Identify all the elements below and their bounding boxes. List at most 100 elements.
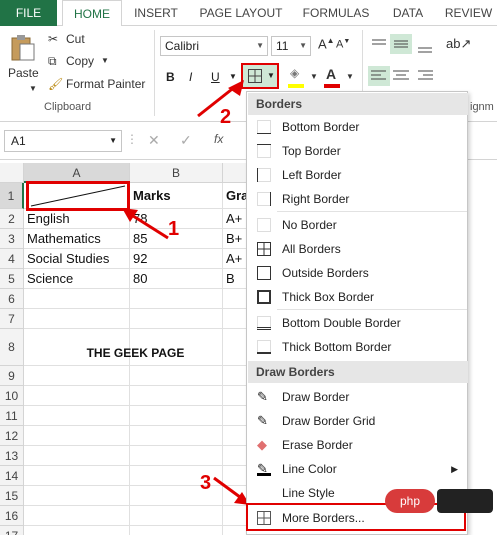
- menu-item-none-border[interactable]: No Border: [248, 213, 468, 237]
- align-middle-icon[interactable]: [390, 34, 412, 54]
- name-box[interactable]: A1 ▼: [4, 130, 122, 152]
- menu-item-all-border[interactable]: All Borders: [248, 237, 468, 261]
- cell-a14[interactable]: [24, 466, 130, 486]
- draw-item-pencil-grid[interactable]: ✎ Draw Border Grid: [248, 409, 468, 433]
- align-left-icon[interactable]: [368, 66, 390, 86]
- row-header[interactable]: 14: [0, 466, 24, 486]
- chevron-down-icon: ▼: [267, 71, 275, 80]
- align-top-icon[interactable]: [368, 36, 390, 56]
- menu-item-thickbottom-border[interactable]: Thick Bottom Border: [248, 335, 468, 359]
- cell-b6[interactable]: [130, 289, 223, 309]
- cell-b10[interactable]: [130, 386, 223, 406]
- menu-item-double-border[interactable]: Bottom Double Border: [248, 311, 468, 335]
- copy-dropdown-icon[interactable]: ▼: [101, 56, 109, 65]
- cancel-icon[interactable]: ✕: [148, 132, 160, 149]
- cell-a17[interactable]: [24, 526, 130, 535]
- cell-b17[interactable]: [130, 526, 223, 535]
- font-name-select[interactable]: Calibri ▼: [160, 36, 268, 56]
- enter-icon[interactable]: ✓: [180, 132, 192, 149]
- row-header[interactable]: 3: [0, 229, 24, 249]
- align-center-icon[interactable]: [390, 66, 412, 86]
- draw-item-line-style[interactable]: Line Style: [248, 481, 468, 505]
- borders-button[interactable]: ▼: [241, 63, 279, 89]
- column-header-a[interactable]: A: [24, 163, 130, 183]
- paste-icon[interactable]: [10, 34, 36, 62]
- cell-a10[interactable]: [24, 386, 130, 406]
- chevron-down-icon[interactable]: ▼: [310, 72, 318, 81]
- cell-a2[interactable]: English: [24, 209, 130, 229]
- tab-formulas[interactable]: FORMULAS: [296, 0, 376, 26]
- draw-item-eraser[interactable]: ◆ Erase Border: [248, 433, 468, 457]
- draw-item-pencil[interactable]: ✎ Draw Border: [248, 385, 468, 409]
- tab-data[interactable]: DATA: [386, 0, 430, 26]
- underline-dropdown-icon[interactable]: ▼: [229, 72, 237, 81]
- row-header[interactable]: 2: [0, 209, 24, 229]
- tab-insert[interactable]: INSERT: [128, 0, 184, 26]
- font-color-icon[interactable]: A: [326, 66, 336, 82]
- menu-item-bottom-border[interactable]: Bottom Border: [248, 115, 468, 139]
- row-header[interactable]: 16: [0, 506, 24, 526]
- cell-a5[interactable]: Science: [24, 269, 130, 289]
- cell-b13[interactable]: [130, 446, 223, 466]
- row-header[interactable]: 1: [0, 183, 24, 209]
- row-header[interactable]: 10: [0, 386, 24, 406]
- row-header[interactable]: 15: [0, 486, 24, 506]
- cell-a4[interactable]: Social Studies: [24, 249, 130, 269]
- cell-b7[interactable]: [130, 309, 223, 329]
- cell-b1[interactable]: Marks: [130, 183, 223, 209]
- draw-item-line-color[interactable]: ✎ Line Color ▶: [248, 457, 468, 481]
- row-header[interactable]: 12: [0, 426, 24, 446]
- cell-b5[interactable]: 80: [130, 269, 223, 289]
- menu-item-left-border[interactable]: Left Border: [248, 163, 468, 187]
- shrink-font-icon[interactable]: A▼: [336, 38, 350, 51]
- tab-home[interactable]: HOME: [62, 0, 122, 27]
- cell-a11[interactable]: [24, 406, 130, 426]
- cell-a12[interactable]: [24, 426, 130, 446]
- menu-item-right-border[interactable]: Right Border: [248, 187, 468, 211]
- cell-b11[interactable]: [130, 406, 223, 426]
- row-header[interactable]: 17: [0, 526, 24, 535]
- select-all-corner[interactable]: [0, 163, 24, 183]
- fill-color-icon[interactable]: ◈: [290, 66, 299, 80]
- cut-button[interactable]: Cut: [66, 32, 85, 46]
- grow-font-icon[interactable]: A▲: [318, 36, 335, 51]
- cell-a13[interactable]: [24, 446, 130, 466]
- align-right-icon[interactable]: [414, 66, 436, 86]
- tab-review[interactable]: REVIEW: [440, 0, 497, 26]
- align-bottom-icon[interactable]: [414, 36, 436, 56]
- eraser-icon: ◆: [257, 437, 267, 452]
- tab-page-layout[interactable]: PAGE LAYOUT: [196, 0, 286, 26]
- row-header[interactable]: 5: [0, 269, 24, 289]
- row-header[interactable]: 9: [0, 366, 24, 386]
- cell-a15[interactable]: [24, 486, 130, 506]
- cell-b4[interactable]: 92: [130, 249, 223, 269]
- menu-item-thick-border[interactable]: Thick Box Border: [248, 285, 468, 309]
- cell-a6[interactable]: [24, 289, 130, 309]
- italic-button[interactable]: I: [189, 70, 192, 84]
- row-header[interactable]: 8: [0, 329, 24, 366]
- row-header[interactable]: 4: [0, 249, 24, 269]
- menu-item-top-border[interactable]: Top Border: [248, 139, 468, 163]
- cell-a7[interactable]: [24, 309, 130, 329]
- cell-b12[interactable]: [130, 426, 223, 446]
- chevron-down-icon[interactable]: ▼: [346, 72, 354, 81]
- row-header[interactable]: 7: [0, 309, 24, 329]
- row-header[interactable]: 6: [0, 289, 24, 309]
- orientation-icon[interactable]: ab↗: [446, 36, 471, 52]
- underline-button[interactable]: U: [211, 70, 220, 84]
- font-size-select[interactable]: 11 ▼: [271, 36, 311, 56]
- cell-a16[interactable]: [24, 506, 130, 526]
- cell-b16[interactable]: [130, 506, 223, 526]
- paste-dropdown-icon[interactable]: ▼: [29, 84, 37, 93]
- row-header[interactable]: 11: [0, 406, 24, 426]
- tab-file[interactable]: FILE: [0, 0, 57, 26]
- format-painter-button[interactable]: Format Painter: [66, 77, 145, 91]
- copy-button[interactable]: Copy: [66, 54, 94, 68]
- insert-function-button[interactable]: fx: [214, 132, 223, 146]
- menu-item-outside-border[interactable]: Outside Borders: [248, 261, 468, 285]
- bold-button[interactable]: B: [166, 70, 175, 84]
- cell-a3[interactable]: Mathematics: [24, 229, 130, 249]
- column-header-b[interactable]: B: [130, 163, 223, 183]
- paste-button[interactable]: Paste: [8, 66, 39, 80]
- row-header[interactable]: 13: [0, 446, 24, 466]
